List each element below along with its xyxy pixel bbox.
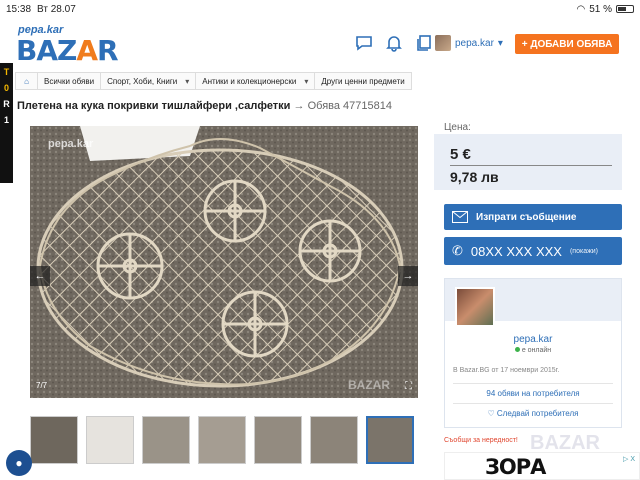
thumbnail[interactable] — [198, 416, 246, 464]
thumbnail-active[interactable] — [366, 416, 414, 464]
bell-icon[interactable] — [385, 34, 403, 52]
thumbnail[interactable] — [254, 416, 302, 464]
listing-id: Обява 47715814 — [307, 100, 392, 112]
price-bgn: 9,78 лв — [450, 169, 499, 185]
previous-photo-button[interactable]: ← — [30, 266, 50, 286]
left-ad-char-4: 1 — [3, 115, 9, 125]
avatar — [435, 35, 451, 51]
bazar-logo[interactable]: pepa.kar BAZAR — [16, 24, 126, 67]
add-listing-button[interactable]: + ДОБАВИ ОБЯВА — [515, 34, 619, 54]
date: Вт 28.07 — [37, 3, 76, 15]
ad-brand: ЗОРА — [485, 455, 546, 479]
thumbnail[interactable] — [86, 416, 134, 464]
left-ad-char-3: R — [3, 99, 10, 109]
home-icon[interactable]: ⌂ — [15, 72, 37, 90]
thumbnail[interactable] — [142, 416, 190, 464]
thumbnail[interactable] — [30, 416, 78, 464]
chevron-down-icon: ▾ — [304, 76, 309, 86]
member-since: В Bazar.BG от 17 ноември 2015г. — [453, 367, 560, 374]
banner-ad[interactable]: ЗОРА ▷ X — [444, 452, 640, 480]
envelope-icon — [452, 211, 468, 223]
seller-card: pepa.kar е онлайн В Bazar.BG от 17 ноемв… — [444, 278, 622, 428]
wifi-icon: ◠ — [576, 3, 586, 15]
phone-icon: ✆ — [452, 243, 463, 258]
photo-watermark: pepa.kar — [48, 138, 94, 150]
send-message-button[interactable]: Изпрати съобщение — [444, 204, 622, 230]
ad-choices-icon[interactable]: ▷ X — [623, 455, 635, 463]
chat-icon[interactable] — [355, 34, 373, 52]
left-ad-char-2: 0 — [3, 83, 9, 93]
breadcrumb: ⌂ Всички обяви Спорт, Хоби, Книги ▾ Антик… — [15, 72, 412, 90]
header-icons — [355, 34, 433, 52]
thumbnail[interactable] — [310, 416, 358, 464]
status-bar: 15:38 Вт 28.07 ◠ 51 % — [0, 0, 640, 18]
fullscreen-icon[interactable]: ⛶ — [405, 381, 412, 392]
online-status: е онлайн — [445, 347, 621, 354]
breadcrumb-antiques[interactable]: Антики и колекционерски ▾ — [195, 72, 315, 90]
chevron-down-icon: ▾ — [185, 76, 190, 86]
seller-avatar[interactable] — [455, 287, 495, 327]
image-gallery[interactable]: pepa.kar BAZAR ← → 7/7 ⛶ — [30, 126, 418, 398]
main-photo — [30, 126, 418, 398]
left-side-ad[interactable]: T 0 R 1 — [0, 63, 13, 183]
status-right: ◠ 51 % — [576, 4, 634, 15]
user-name: pepa.kar — [455, 37, 494, 49]
battery-text: 51 % — [589, 3, 612, 15]
phone-number: 08XX XXX XXX — [470, 243, 562, 259]
cookie-icon: ● — [15, 456, 23, 470]
user-menu[interactable]: pepa.kar ▾ — [435, 35, 503, 51]
photo-counter: 7/7 — [36, 381, 48, 390]
battery-icon — [616, 5, 634, 13]
photo-watermark-bazar: BAZAR — [348, 378, 390, 392]
logo-text: BAZAR — [16, 34, 119, 67]
seller-ads-link[interactable]: 94 обяви на потребителя — [445, 389, 621, 398]
site-header: pepa.kar BAZAR pepa.kar ▾ + ДОБАВИ ОБЯВА — [0, 18, 640, 68]
price-divider — [450, 165, 612, 166]
price-box: 5 € 9,78 лв — [434, 134, 622, 190]
report-link[interactable]: Съобщи за нередност! — [444, 437, 518, 444]
follow-seller-button[interactable]: ♡ Следвай потребителя — [445, 409, 621, 418]
thumbnail-strip — [30, 416, 414, 464]
heart-icon: ♡ — [487, 409, 495, 418]
page-title: Плетена на кука покривки тишлайфери ,сал… — [17, 100, 392, 112]
breadcrumb-other[interactable]: Други ценни предмети — [314, 72, 412, 90]
show-phone-link[interactable]: (покажи) — [570, 248, 598, 255]
seller-name[interactable]: pepa.kar — [445, 334, 621, 345]
cookie-settings-button[interactable]: ● — [6, 450, 32, 476]
next-photo-button[interactable]: → — [398, 266, 418, 286]
breadcrumb-sport[interactable]: Спорт, Хоби, Книги ▾ — [100, 72, 196, 90]
left-ad-char-1: T — [3, 67, 10, 77]
price-eur: 5 € — [450, 146, 471, 163]
price-label: Цена: — [444, 122, 471, 133]
phone-button[interactable]: ✆ 08XX XXX XXX (покажи) — [444, 237, 622, 265]
clock: 15:38 — [6, 3, 32, 15]
chevron-down-icon: ▾ — [497, 37, 503, 49]
documents-icon[interactable] — [415, 34, 433, 52]
breadcrumb-all-ads[interactable]: Всички обяви — [37, 72, 101, 90]
